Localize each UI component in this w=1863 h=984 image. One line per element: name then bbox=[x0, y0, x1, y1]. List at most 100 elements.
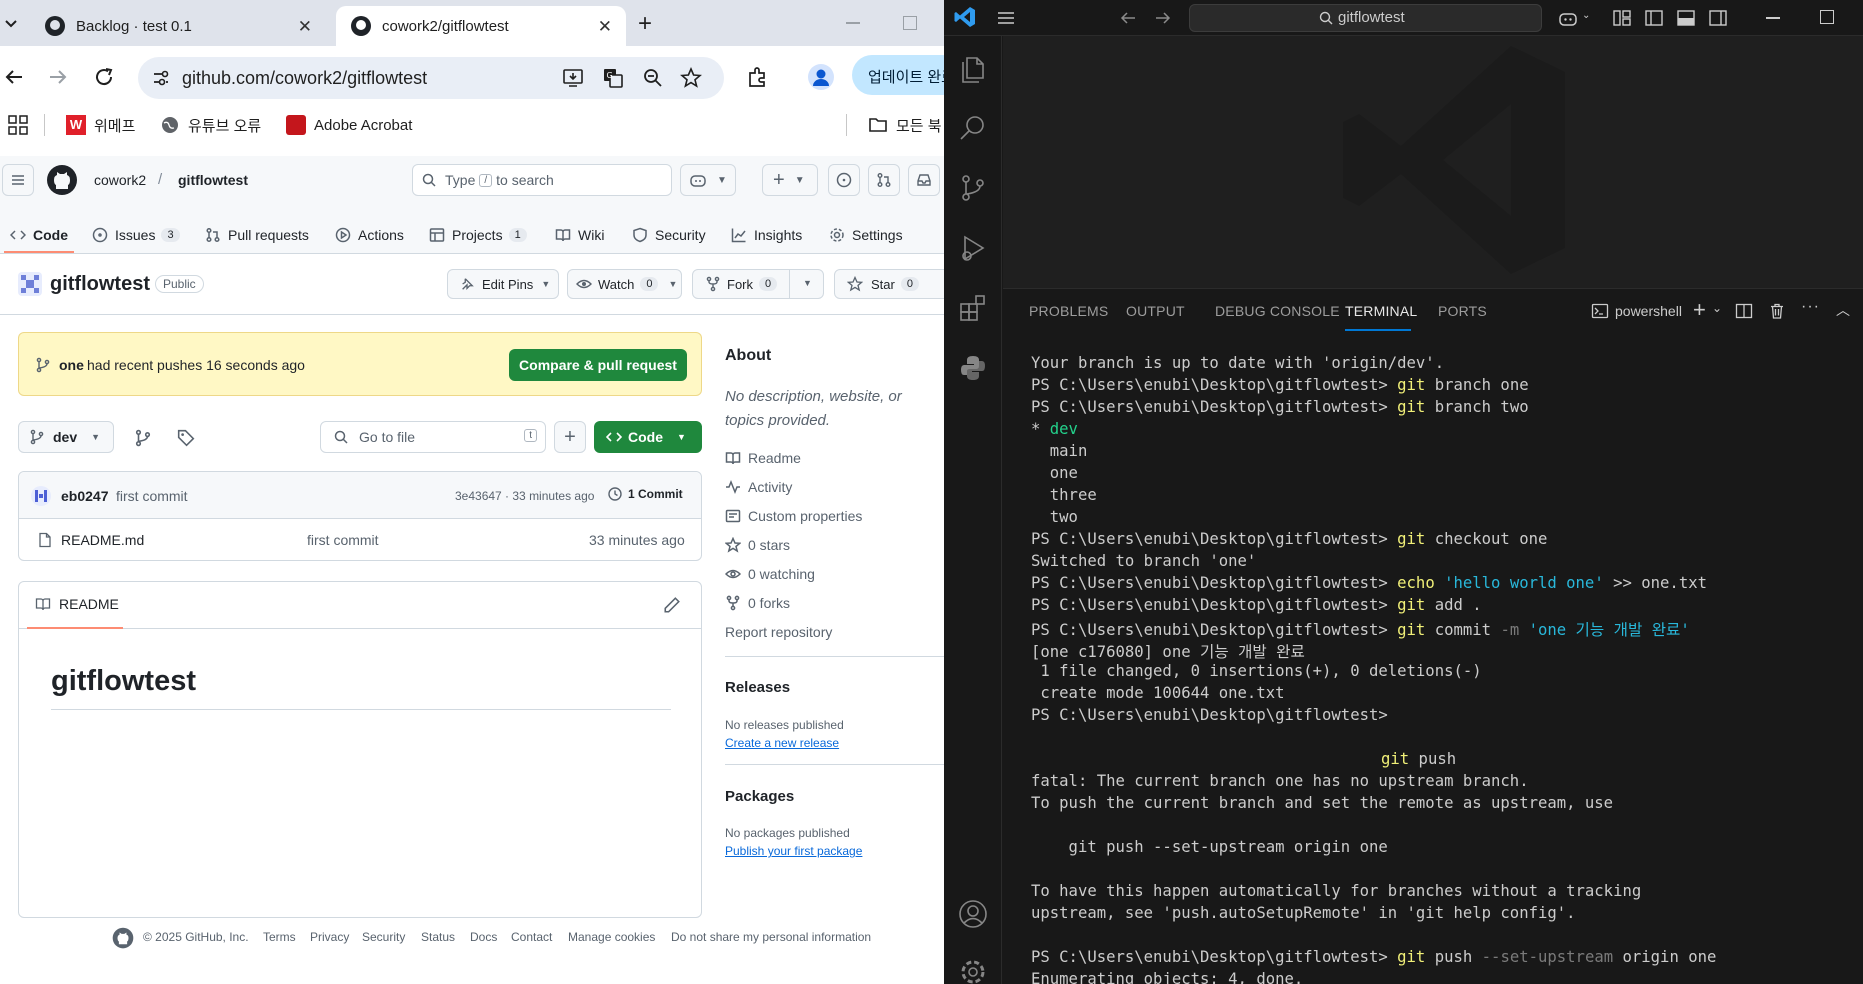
source-control-icon[interactable] bbox=[957, 172, 989, 204]
extensions-puzzle-icon[interactable] bbox=[746, 65, 770, 89]
extensions-icon[interactable] bbox=[957, 292, 989, 324]
browser-tab-gitflowtest[interactable]: cowork2/gitflowtest ✕ bbox=[336, 6, 626, 46]
pushed-branch[interactable]: one bbox=[59, 357, 84, 373]
run-debug-icon[interactable] bbox=[957, 232, 989, 264]
toggle-primary-sidebar-icon[interactable] bbox=[1644, 8, 1664, 28]
bookmark-adobe-acrobat[interactable]: Adobe Acrobat bbox=[286, 113, 412, 137]
publish-package-link[interactable]: Publish your first package bbox=[725, 844, 862, 858]
chevron-up-icon[interactable]: ︿ bbox=[1836, 300, 1850, 320]
inbox-button[interactable] bbox=[908, 164, 940, 196]
commit-author[interactable]: eb0247 bbox=[61, 488, 108, 504]
readme-link[interactable]: Readme bbox=[725, 450, 801, 466]
chevron-down-icon[interactable]: ⌄ bbox=[1582, 10, 1590, 21]
trash-icon[interactable] bbox=[1768, 302, 1786, 320]
account-icon[interactable] bbox=[957, 898, 989, 930]
terminal-shell-selector[interactable]: powershell bbox=[1591, 302, 1682, 320]
browser-tab-backlog[interactable]: Backlog · test 0.1 ✕ bbox=[30, 6, 326, 46]
close-icon[interactable]: ✕ bbox=[298, 17, 312, 37]
forks-link[interactable]: 0 forks bbox=[725, 595, 790, 611]
bookmark-wemakeprice[interactable]: W 위메프 bbox=[66, 113, 135, 137]
tab-wiki[interactable]: Wiki bbox=[555, 220, 604, 250]
edit-pins-button[interactable]: Edit Pins ▼ bbox=[447, 269, 559, 299]
customize-layout-icon[interactable] bbox=[1612, 8, 1632, 28]
bookmark-youtube-error[interactable]: 유튜브 오류 bbox=[160, 113, 261, 137]
split-terminal-icon[interactable] bbox=[1735, 302, 1753, 320]
create-new-button[interactable]: + ▼ bbox=[762, 164, 818, 196]
forward-arrow-icon[interactable] bbox=[1154, 9, 1172, 27]
repo-title[interactable]: gitflowtest bbox=[50, 273, 150, 296]
code-dropdown-button[interactable]: Code ▼ bbox=[594, 421, 702, 453]
file-commit-message[interactable]: first commit bbox=[307, 532, 379, 548]
back-arrow-icon[interactable] bbox=[1119, 9, 1137, 27]
toggle-panel-icon[interactable] bbox=[1676, 8, 1696, 28]
zoom-icon[interactable] bbox=[642, 67, 664, 89]
profile-avatar-icon[interactable] bbox=[808, 64, 834, 90]
tab-search-chevron-icon[interactable] bbox=[2, 14, 20, 32]
create-release-link[interactable]: Create a new release bbox=[725, 736, 839, 750]
tab-settings[interactable]: Settings bbox=[829, 220, 903, 250]
fork-button[interactable]: Fork 0 ▼ bbox=[692, 269, 824, 299]
issues-button[interactable] bbox=[828, 164, 860, 196]
minimize-icon[interactable] bbox=[1766, 17, 1780, 19]
commit-message[interactable]: first commit bbox=[116, 488, 188, 504]
repo-name-link[interactable]: gitflowtest bbox=[178, 172, 248, 188]
chevron-down-icon[interactable]: ⌄ bbox=[1712, 301, 1722, 315]
add-file-button[interactable]: + bbox=[554, 421, 586, 453]
watch-button[interactable]: Watch 0 ▼ bbox=[567, 269, 682, 299]
tag-icon[interactable] bbox=[177, 429, 195, 447]
back-arrow-icon[interactable] bbox=[2, 65, 26, 89]
explorer-files-icon[interactable] bbox=[957, 52, 989, 84]
footer-link-do-not-share[interactable]: Do not share my personal information bbox=[671, 930, 871, 944]
tab-output[interactable]: OUTPUT bbox=[1126, 303, 1185, 319]
reload-icon[interactable] bbox=[92, 65, 116, 89]
tab-terminal[interactable]: TERMINAL bbox=[1345, 303, 1417, 319]
tab-code[interactable]: Code bbox=[10, 220, 68, 250]
terminal-output[interactable]: Your branch is up to date with 'origin/d… bbox=[1003, 334, 1863, 984]
tab-ports[interactable]: PORTS bbox=[1438, 303, 1487, 319]
maximize-icon[interactable] bbox=[1820, 10, 1834, 24]
install-app-icon[interactable] bbox=[562, 67, 584, 89]
translate-icon[interactable]: G bbox=[602, 67, 624, 89]
footer-link-manage-cookies[interactable]: Manage cookies bbox=[568, 930, 655, 944]
search-icon[interactable] bbox=[957, 112, 989, 144]
go-to-file-input[interactable]: Go to file t bbox=[320, 421, 546, 453]
bookmark-star-icon[interactable] bbox=[680, 67, 702, 89]
github-logo-icon[interactable] bbox=[46, 164, 78, 196]
commits-link[interactable]: 1 Commit bbox=[607, 486, 683, 502]
tab-actions[interactable]: Actions bbox=[335, 220, 404, 250]
tab-pull-requests[interactable]: Pull requests bbox=[205, 220, 309, 250]
star-button[interactable]: Star 0 bbox=[834, 269, 944, 299]
maximize-icon[interactable] bbox=[903, 16, 917, 30]
custom-properties-link[interactable]: Custom properties bbox=[725, 508, 862, 524]
tab-insights[interactable]: Insights bbox=[731, 220, 802, 250]
close-icon[interactable]: ✕ bbox=[598, 17, 612, 37]
activity-link[interactable]: Activity bbox=[725, 479, 792, 495]
footer-link-status[interactable]: Status bbox=[421, 930, 455, 944]
tab-issues[interactable]: Issues 3 bbox=[92, 220, 180, 250]
tab-security[interactable]: Security bbox=[632, 220, 706, 250]
copilot-button[interactable]: ▼ bbox=[680, 164, 736, 196]
readme-tab[interactable]: README bbox=[35, 596, 119, 612]
search-input[interactable]: Type / to search bbox=[412, 164, 672, 196]
toggle-secondary-sidebar-icon[interactable] bbox=[1708, 8, 1728, 28]
python-icon[interactable] bbox=[957, 352, 989, 384]
compare-pull-request-button[interactable]: Compare & pull request bbox=[509, 349, 687, 381]
new-terminal-plus-icon[interactable]: + bbox=[1693, 297, 1706, 323]
copilot-icon[interactable] bbox=[1558, 8, 1578, 28]
menu-hamburger-icon[interactable] bbox=[996, 8, 1016, 28]
pull-requests-button[interactable] bbox=[868, 164, 900, 196]
branches-icon[interactable] bbox=[134, 429, 152, 447]
tab-projects[interactable]: Projects 1 bbox=[429, 220, 527, 250]
footer-link-privacy[interactable]: Privacy bbox=[310, 930, 349, 944]
repo-owner-link[interactable]: cowork2 bbox=[94, 172, 146, 188]
site-info-icon[interactable] bbox=[152, 69, 170, 87]
watching-link[interactable]: 0 watching bbox=[725, 566, 815, 582]
tab-problems[interactable]: PROBLEMS bbox=[1029, 303, 1108, 319]
command-center-search[interactable]: gitflowtest bbox=[1189, 4, 1542, 32]
apps-grid-icon[interactable] bbox=[8, 115, 28, 135]
stars-link[interactable]: 0 stars bbox=[725, 537, 790, 553]
file-name[interactable]: README.md bbox=[61, 532, 144, 548]
commit-hash-time[interactable]: 3e43647 · 33 minutes ago bbox=[455, 489, 594, 503]
update-button[interactable]: 업데이트 완료 bbox=[852, 55, 944, 95]
github-logo-icon[interactable] bbox=[112, 927, 134, 949]
